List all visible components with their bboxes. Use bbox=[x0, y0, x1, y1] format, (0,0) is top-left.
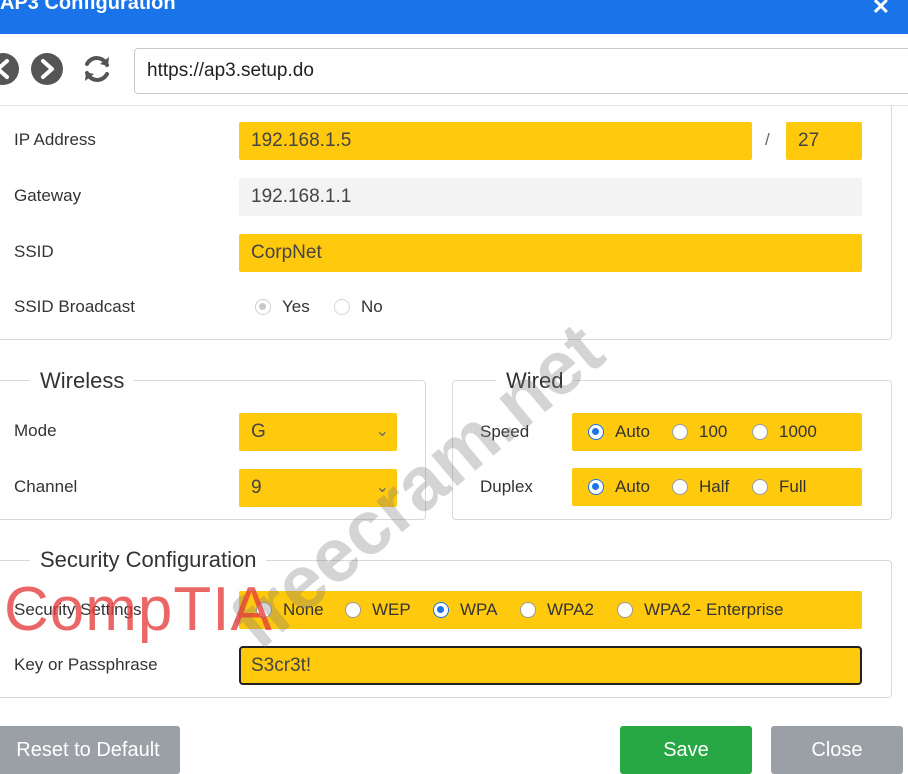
browser-nav-bar: https://ap3.setup.do bbox=[0, 34, 908, 106]
broadcast-yes-radio[interactable] bbox=[255, 299, 271, 315]
speed-label: Speed bbox=[480, 422, 530, 441]
subnet-slash: / bbox=[765, 130, 770, 149]
subnet-prefix-input[interactable]: 27 bbox=[786, 122, 862, 160]
broadcast-yes-label: Yes bbox=[282, 297, 310, 316]
ip-address-label: IP Address bbox=[14, 130, 96, 149]
ssid-broadcast-label: SSID Broadcast bbox=[14, 297, 135, 316]
mode-select[interactable]: G ⌄ bbox=[239, 413, 397, 451]
broadcast-no-label: No bbox=[361, 297, 383, 316]
speed-1000-label: 1000 bbox=[779, 422, 817, 441]
url-input[interactable]: https://ap3.setup.do bbox=[134, 48, 908, 94]
speed-100-radio[interactable] bbox=[672, 424, 688, 440]
duplex-label: Duplex bbox=[480, 477, 533, 496]
broadcast-no-radio[interactable] bbox=[334, 299, 350, 315]
gateway-label: Gateway bbox=[14, 186, 82, 205]
duplex-full-radio[interactable] bbox=[752, 479, 768, 495]
duplex-auto-radio[interactable] bbox=[588, 479, 604, 495]
gateway-input: 192.168.1.1 bbox=[239, 178, 862, 216]
security-wpa-label: WPA bbox=[460, 600, 498, 619]
channel-select[interactable]: 9 ⌄ bbox=[239, 469, 397, 507]
back-arrow-icon[interactable] bbox=[0, 52, 20, 86]
duplex-auto-label: Auto bbox=[615, 477, 650, 496]
close-button[interactable]: Close bbox=[771, 726, 903, 774]
duplex-half-radio[interactable] bbox=[672, 479, 688, 495]
security-none-radio[interactable] bbox=[256, 602, 272, 618]
refresh-icon[interactable] bbox=[80, 52, 114, 86]
forward-arrow-icon[interactable] bbox=[30, 52, 64, 86]
title-bar: AP3 Configuration ✕ bbox=[0, 0, 908, 34]
chevron-down-icon: ⌄ bbox=[375, 423, 389, 440]
window-title: AP3 Configuration bbox=[0, 0, 176, 14]
speed-auto-label: Auto bbox=[615, 422, 650, 441]
security-wpa2-enterprise-radio[interactable] bbox=[617, 602, 633, 618]
save-button[interactable]: Save bbox=[620, 726, 752, 774]
chevron-down-icon: ⌄ bbox=[375, 479, 389, 496]
speed-100-label: 100 bbox=[699, 422, 728, 441]
wired-legend: Wired bbox=[496, 368, 574, 394]
duplex-full-label: Full bbox=[779, 477, 807, 496]
ip-address-input[interactable]: 192.168.1.5 bbox=[239, 122, 752, 160]
mode-label: Mode bbox=[14, 421, 57, 440]
duplex-half-label: Half bbox=[699, 477, 730, 496]
security-legend: Security Configuration bbox=[30, 547, 267, 573]
channel-label: Channel bbox=[14, 477, 78, 496]
channel-value: 9 bbox=[251, 477, 262, 498]
close-icon[interactable]: ✕ bbox=[872, 0, 890, 20]
key-passphrase-input[interactable]: S3cr3t! bbox=[239, 646, 862, 685]
security-wpa2-radio[interactable] bbox=[520, 602, 536, 618]
key-passphrase-label: Key or Passphrase bbox=[14, 655, 158, 674]
security-none-label: None bbox=[283, 600, 324, 619]
ssid-input[interactable]: CorpNet bbox=[239, 234, 862, 272]
ssid-label: SSID bbox=[14, 242, 54, 261]
speed-1000-radio[interactable] bbox=[752, 424, 768, 440]
security-wpa-radio[interactable] bbox=[433, 602, 449, 618]
security-wpa2-enterprise-label: WPA2 - Enterprise bbox=[644, 600, 784, 619]
speed-auto-radio[interactable] bbox=[588, 424, 604, 440]
security-wep-radio[interactable] bbox=[345, 602, 361, 618]
security-wep-label: WEP bbox=[372, 600, 411, 619]
reset-to-default-button[interactable]: Reset to Default bbox=[0, 726, 180, 774]
wireless-legend: Wireless bbox=[30, 368, 135, 394]
security-wpa2-label: WPA2 bbox=[547, 600, 594, 619]
mode-value: G bbox=[251, 421, 266, 442]
security-settings-label: Security Settings bbox=[14, 600, 142, 619]
